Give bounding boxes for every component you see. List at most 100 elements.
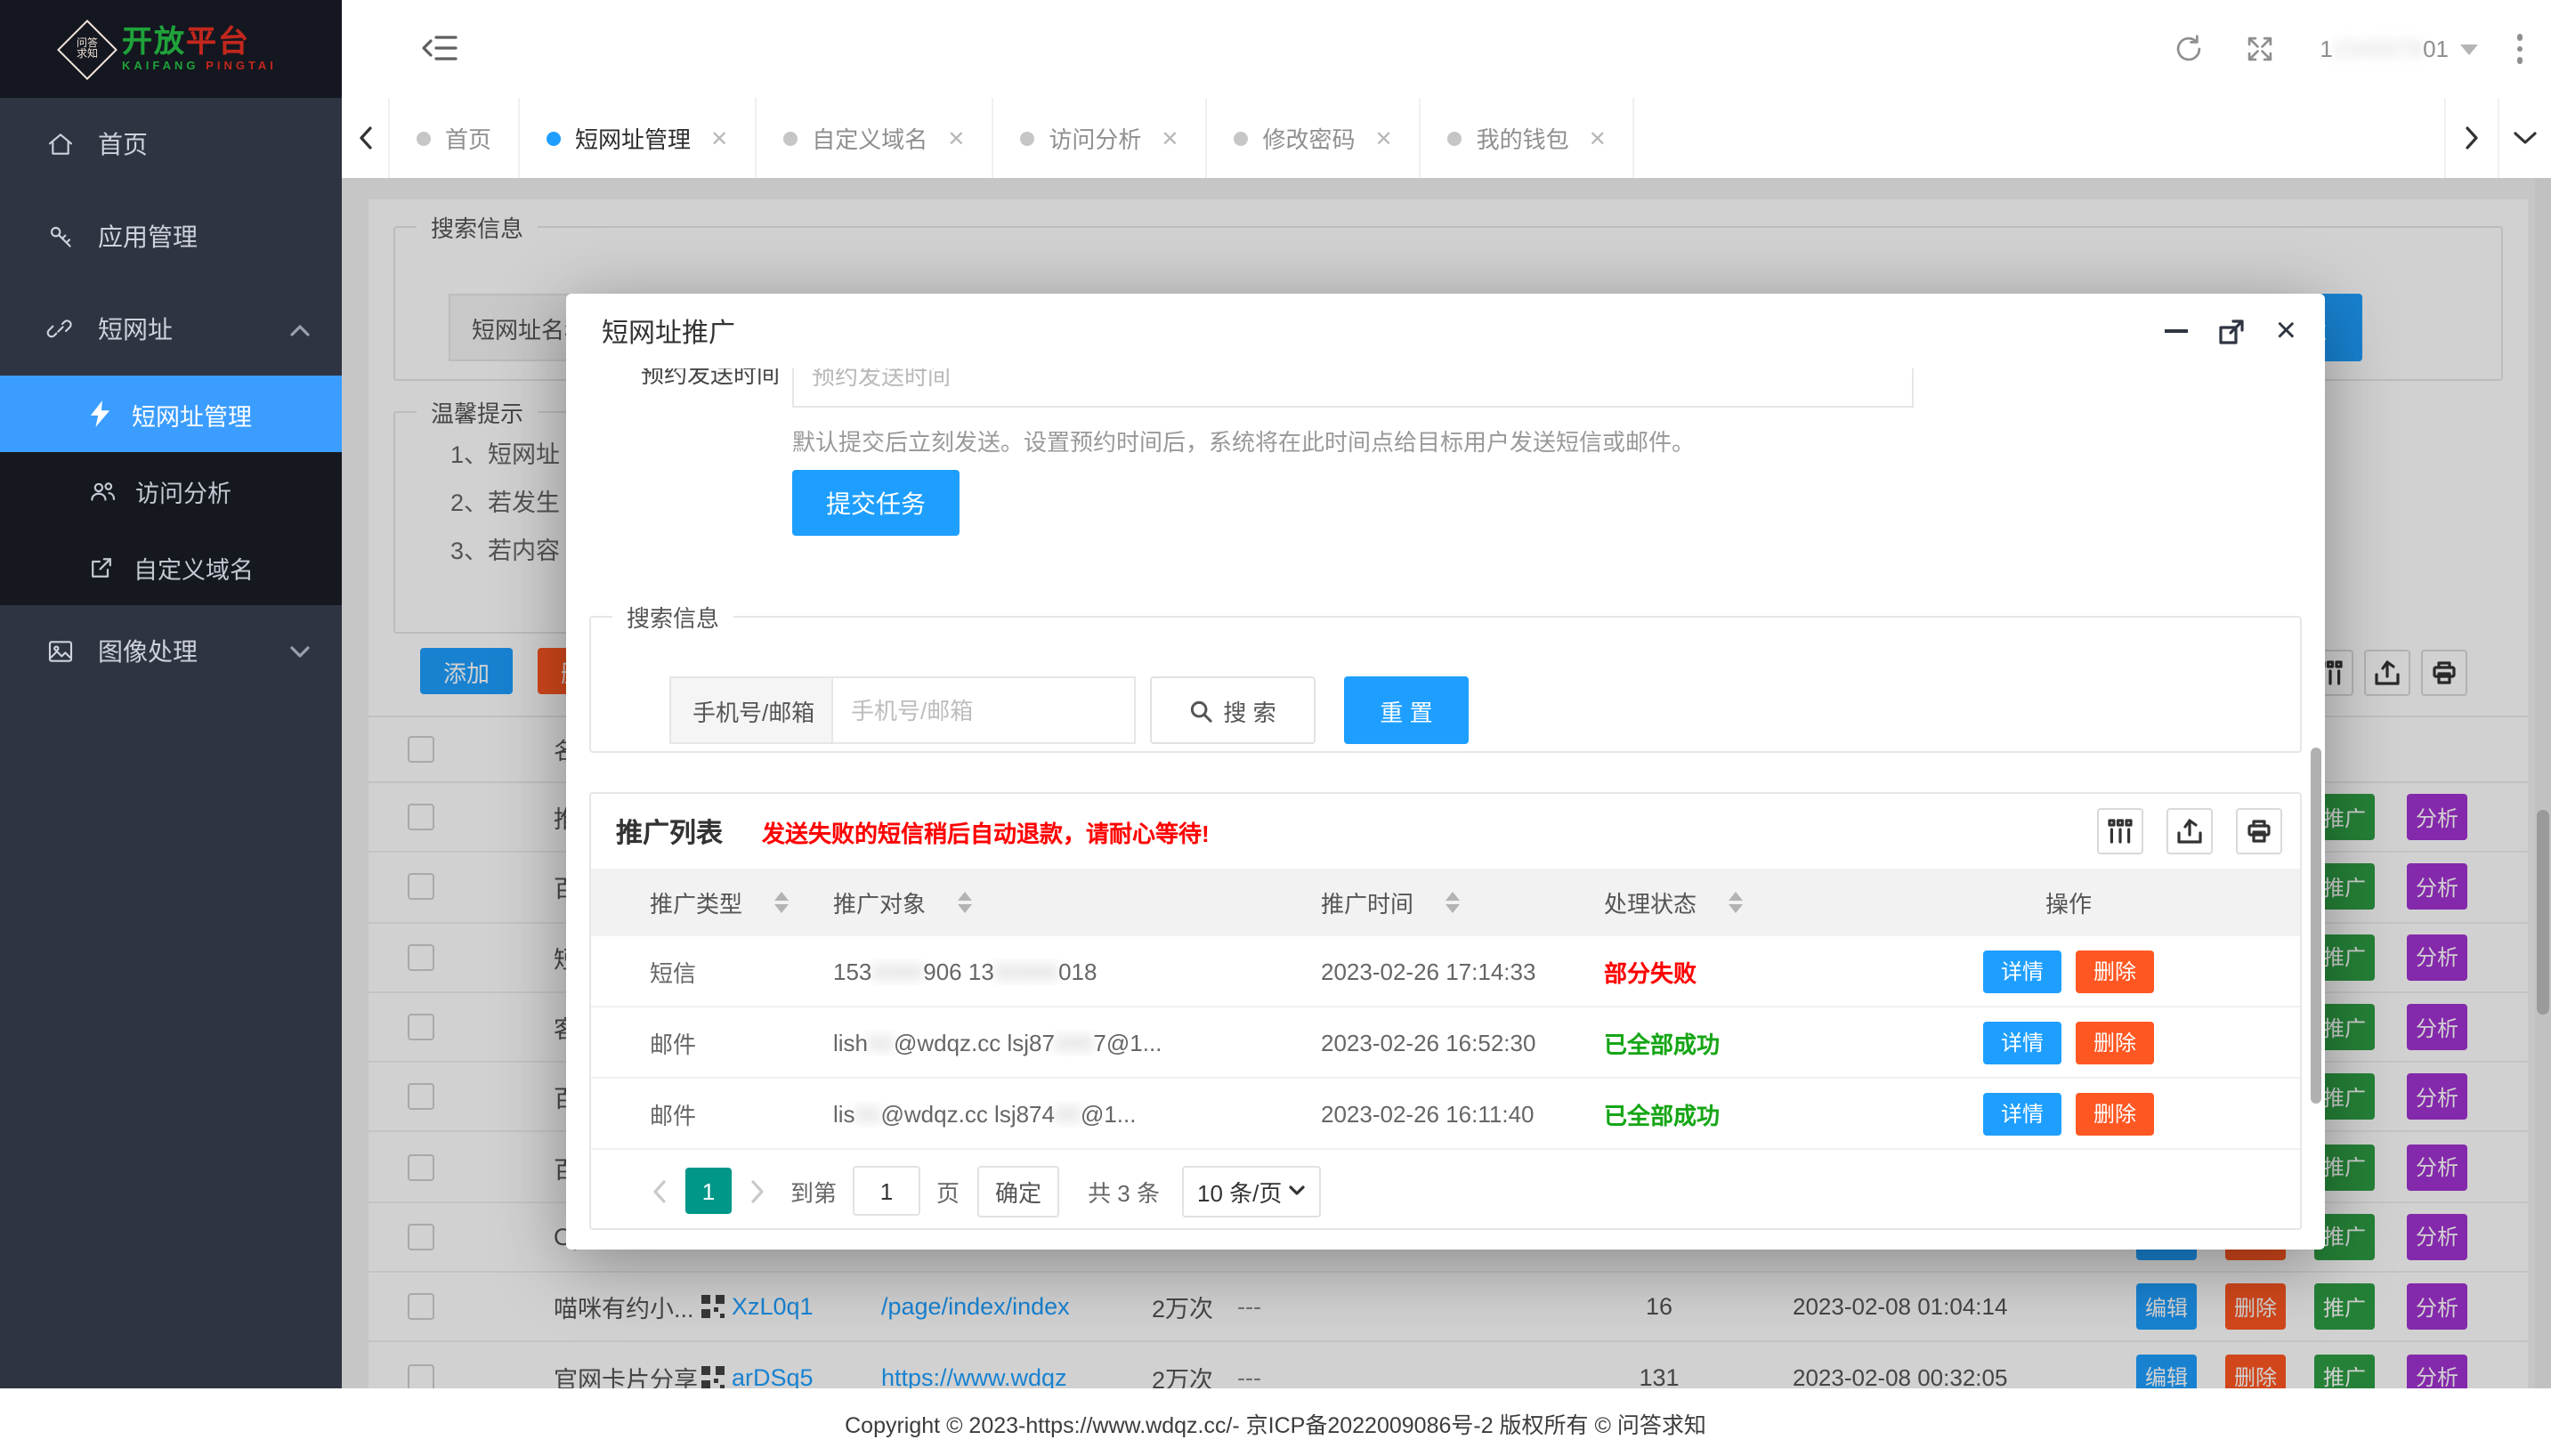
promotion-row: 邮件 lish66@wdqz.cc lsj878887@1... 2023-02… [591,1007,2300,1079]
promo-type-cell: 邮件 [650,1025,696,1059]
username: 1234567801 [2320,36,2449,62]
next-page-icon[interactable] [749,1179,765,1202]
status-badge: 已全部成功 [1604,1025,1720,1059]
promotion-row: 邮件 lis66@wdqz.cc lsj87488@1... 2023-02-2… [591,1079,2300,1150]
redacted-text: 66 [868,1029,894,1056]
promo-time-cell: 2023-02-26 16:52:30 [1321,1029,1535,1056]
detail-button[interactable]: 详情 [1983,1092,2061,1135]
tab-home[interactable]: 首页 [390,98,520,178]
promo-type-cell: 短信 [650,954,696,988]
close-icon[interactable]: ✕ [1375,125,1393,150]
redacted-text: 66 [855,1100,881,1127]
confirm-page-button[interactable]: 确定 [977,1165,1059,1217]
status-badge: 部分失败 [1604,954,1697,988]
promo-target-cell: lis66@wdqz.cc lsj87488@1... [833,1100,1136,1127]
schedule-time-label: 预约发送时间 [611,368,780,390]
sidebar-item-label: 访问分析 [135,473,231,508]
sidebar-collapse-icon[interactable] [422,34,458,62]
username-redacted: 2345678 [2333,36,2423,62]
sidebar-item-label: 短网址管理 [132,396,252,432]
more-menu-icon[interactable] [2502,35,2551,64]
promo-target-cell: 1538888906 1388888018 [833,958,1097,984]
promo-target-cell: lish66@wdqz.cc lsj878887@1... [833,1029,1162,1056]
sidebar-item-label: 应用管理 [98,219,198,255]
promo-time-cell: 2023-02-26 16:11:40 [1321,1100,1535,1127]
col-promo-time[interactable]: 推广时间 [1321,886,1413,919]
col-promo-target[interactable]: 推广对象 [833,886,926,919]
delete-button[interactable]: 删除 [2076,1092,2154,1135]
page-size-select[interactable]: 10 条/页 [1181,1165,1320,1217]
modal-search-fieldset: 搜索信息 手机号/邮箱 搜 索 重 置 [589,600,2302,753]
close-icon[interactable]: ✕ [710,125,728,150]
close-icon[interactable]: ✕ [947,125,965,150]
sidebar-item-label: 图像处理 [98,634,198,669]
goto-page-input[interactable] [853,1166,920,1216]
modal-scrollbar-thumb[interactable] [2311,748,2321,1104]
goto-prefix-label: 到第 [790,1174,837,1208]
sidebar-item-visit-analysis[interactable]: 访问分析 [0,452,342,529]
sidebar-item-label: 自定义域名 [134,549,254,585]
tab-visit-analysis[interactable]: 访问分析✕ [993,98,1207,178]
sidebar-item-shorturl-manage[interactable]: 短网址管理 [0,376,342,452]
promo-time-cell: 2023-02-26 17:14:33 [1321,958,1535,984]
sidebar-item-apps[interactable]: 应用管理 [0,190,342,283]
tabs-menu-button[interactable] [2498,98,2551,178]
delete-button[interactable]: 删除 [2076,950,2154,992]
tabs-scroll-right-button[interactable] [2444,98,2498,178]
close-icon[interactable]: ✕ [1161,125,1178,150]
sidebar-item-shorturl[interactable]: 短网址 [0,283,342,376]
tab-status-dot [1235,131,1249,145]
sort-icon[interactable] [958,892,972,913]
tab-custom-domain[interactable]: 自定义域名✕ [757,98,993,178]
logo-title-right: 平台 [186,24,250,58]
close-icon[interactable]: × [2276,315,2296,347]
schedule-time-input[interactable]: 预约发送时间 [792,368,1914,408]
tabs-scroll-left-button[interactable] [342,98,390,178]
export-icon[interactable] [2166,808,2213,854]
detail-button[interactable]: 详情 [1983,950,2061,992]
maximize-icon[interactable] [2219,318,2246,344]
page-number-button[interactable]: 1 [685,1168,732,1214]
tab-status-dot [1448,131,1462,145]
tab-change-password[interactable]: 修改密码✕ [1208,98,1421,178]
sidebar-submenu-shorturl: 短网址管理 访问分析 自定义域名 [0,376,342,605]
promotion-list-card: 推广列表 发送失败的短信稍后自动退款，请耐心等待! 推广类型 [589,792,2302,1230]
sort-icon[interactable] [774,892,789,913]
promotion-row: 短信 1538888906 1388888018 2023-02-26 17:1… [591,936,2300,1007]
tab-my-wallet[interactable]: 我的钱包✕ [1421,98,1635,178]
columns-icon[interactable] [2097,808,2143,854]
modal-search-button[interactable]: 搜 索 [1150,676,1316,744]
minimize-icon[interactable] [2166,329,2189,334]
logo-text: 开放平台 KAIFANG PINGTAI [122,26,277,72]
user-menu[interactable]: 1234567801 [2295,36,2502,62]
goto-suffix-label: 页 [936,1174,960,1208]
logo-mark: 问答求知 [74,38,99,60]
col-status[interactable]: 处理状态 [1604,886,1697,919]
redacted-text: 888 [1055,1029,1093,1056]
sidebar-item-custom-domain[interactable]: 自定义域名 [0,529,342,605]
refresh-icon[interactable] [2152,0,2223,98]
submit-task-button[interactable]: 提交任务 [792,470,960,536]
tab-bar: 首页 短网址管理✕ 自定义域名✕ 访问分析✕ 修改密码✕ 我的钱包✕ [342,98,2551,178]
total-count-label: 共 3 条 [1088,1174,1160,1208]
print-icon[interactable] [2236,808,2282,854]
prev-page-icon[interactable] [652,1179,668,1202]
phone-email-input[interactable] [833,676,1136,744]
col-promo-type[interactable]: 推广类型 [650,886,742,919]
sort-icon[interactable] [1446,892,1460,913]
sort-icon[interactable] [1729,892,1743,913]
sidebar-item-label: 短网址 [98,311,173,347]
tab-status-dot [1020,131,1034,145]
logo-sub-left: KAIFANG [122,60,199,72]
modal-header[interactable]: 短网址推广 × [566,294,2325,368]
sidebar-item-home[interactable]: 首页 [0,98,342,190]
tab-shorturl-manage[interactable]: 短网址管理✕ [520,98,757,178]
close-icon[interactable]: ✕ [1589,125,1607,150]
logo-diamond-icon: 问答求知 [56,19,117,79]
delete-button[interactable]: 删除 [2076,1021,2154,1064]
fullscreen-icon[interactable] [2223,0,2295,98]
modal-search-legend: 搜索信息 [612,600,733,634]
detail-button[interactable]: 详情 [1983,1021,2061,1064]
modal-reset-button[interactable]: 重 置 [1344,676,1469,744]
sidebar-item-image-process[interactable]: 图像处理 [0,605,342,698]
